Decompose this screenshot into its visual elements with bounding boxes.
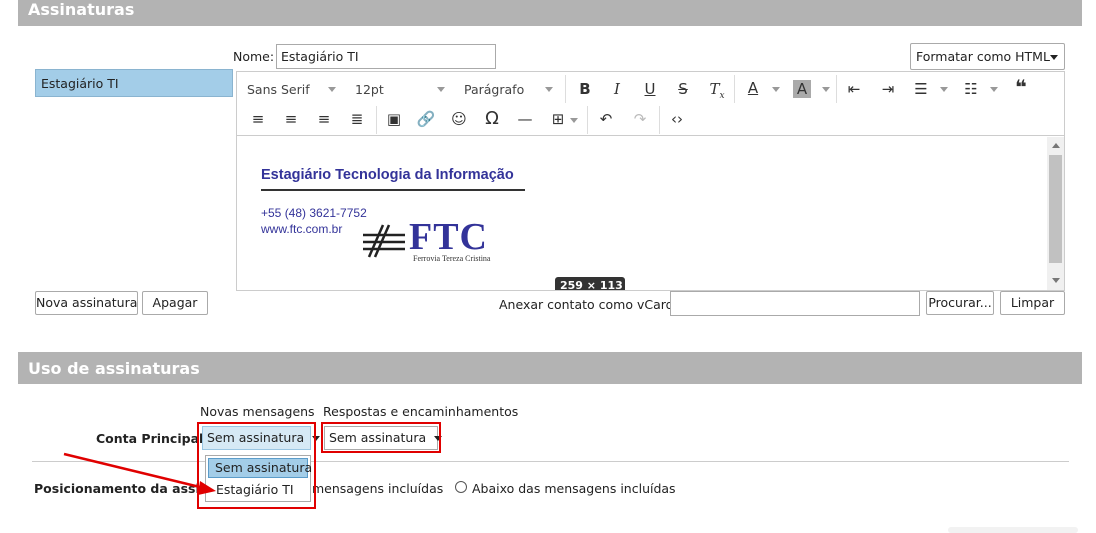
strikethrough-icon[interactable]: S xyxy=(672,78,694,100)
italic-icon[interactable]: I xyxy=(606,78,628,100)
signature-website: www.ftc.com.br xyxy=(261,222,343,236)
toolbar-separator xyxy=(565,75,566,103)
new-messages-column-label: Novas mensagens xyxy=(200,404,315,419)
scroll-up-icon[interactable] xyxy=(1052,143,1060,148)
toolbar-separator xyxy=(734,75,735,103)
ftc-logo-subtext: Ferrovia Tereza Cristina xyxy=(413,254,491,263)
vcard-label: Anexar contato como vCard: xyxy=(499,297,678,312)
vcard-input[interactable] xyxy=(670,291,920,316)
signature-phone: +55 (48) 3621-7752 xyxy=(261,206,367,220)
outdent-icon[interactable]: ⇤ xyxy=(843,78,865,100)
toolbar-separator xyxy=(376,106,377,134)
source-code-icon[interactable]: ‹› xyxy=(666,108,688,130)
chevron-down-icon xyxy=(328,87,336,92)
toolbar-separator xyxy=(836,75,837,103)
text-color-icon[interactable]: A xyxy=(742,77,764,99)
chevron-down-icon xyxy=(437,87,445,92)
blockquote-icon[interactable]: ❝ xyxy=(1010,76,1032,98)
account-label: Conta Principal: xyxy=(96,431,209,446)
chevron-down-icon xyxy=(822,87,830,92)
align-center-icon[interactable]: ≡ xyxy=(280,108,302,130)
position-above-label: mensagens incluídas xyxy=(312,481,444,496)
signatures-section-title: Assinaturas xyxy=(28,0,135,19)
chevron-down-icon xyxy=(772,87,780,92)
bold-icon[interactable]: B xyxy=(574,78,596,100)
chevron-down-icon xyxy=(990,87,998,92)
font-family-select[interactable]: Sans Serif xyxy=(247,82,310,97)
numbered-list-icon[interactable]: ☷ xyxy=(960,78,982,100)
align-left-icon[interactable]: ≡ xyxy=(247,108,269,130)
chevron-down-icon xyxy=(1050,55,1058,60)
signature-title: Estagiário Tecnologia da Informação xyxy=(261,167,514,183)
chevron-down-icon xyxy=(545,87,553,92)
indent-icon[interactable]: ⇥ xyxy=(877,78,899,100)
align-right-icon[interactable]: ≡ xyxy=(313,108,335,130)
signatures-section-header: Assinaturas xyxy=(18,0,1082,26)
usage-section-title: Uso de assinaturas xyxy=(28,359,200,378)
bullet-list-icon[interactable]: ☰ xyxy=(910,78,932,100)
delete-signature-button[interactable]: Apagar xyxy=(142,291,208,315)
link-icon[interactable]: 🔗 xyxy=(415,108,437,130)
undo-icon[interactable]: ↶ xyxy=(595,108,617,130)
ftc-logo: FTC Ferrovia Tereza Cristina xyxy=(361,216,531,269)
format-html-label: Formatar como HTML xyxy=(916,49,1050,64)
name-input[interactable]: Estagiário TI xyxy=(276,44,496,69)
image-icon[interactable]: ▣ xyxy=(383,108,405,130)
clear-format-icon[interactable]: Tx xyxy=(706,78,728,101)
signature-list: Estagiário TI xyxy=(35,69,233,97)
scrollbar-thumb[interactable] xyxy=(1049,155,1062,263)
new-signature-button[interactable]: Nova assinatura xyxy=(35,291,138,315)
block-format-select[interactable]: Parágrafo xyxy=(464,82,524,97)
replies-column-label: Respostas e encaminhamentos xyxy=(323,404,519,419)
image-size-tooltip: 259 × 113 xyxy=(555,277,625,290)
editor-content[interactable]: Estagiário Tecnologia da Informação +55 … xyxy=(237,137,1047,290)
signature-title-rule xyxy=(261,189,525,191)
position-below-label: Abaixo das mensagens incluídas xyxy=(472,481,676,496)
toolbar-separator xyxy=(659,106,660,134)
signature-editor: Sans Serif 12pt Parágrafo B I U S Tx A A… xyxy=(236,71,1065,291)
format-html-select[interactable]: Formatar como HTML xyxy=(910,43,1065,70)
table-icon[interactable]: ⊞ xyxy=(547,108,569,130)
font-size-select[interactable]: 12pt xyxy=(355,82,384,97)
align-justify-icon[interactable]: ≣ xyxy=(346,108,368,130)
background-color-icon[interactable]: A xyxy=(793,80,811,98)
highlight-replies xyxy=(321,422,441,453)
toolbar-separator xyxy=(587,106,588,134)
annotation-arrow-icon xyxy=(63,452,216,495)
clear-button[interactable]: Limpar xyxy=(1000,291,1065,315)
underline-icon[interactable]: U xyxy=(639,78,661,100)
name-label: Nome: xyxy=(233,49,275,64)
editor-scrollbar[interactable] xyxy=(1047,137,1064,290)
emoji-icon[interactable]: ☺ xyxy=(448,108,470,130)
chevron-down-icon xyxy=(570,118,578,123)
ftc-logo-text: FTC xyxy=(409,216,488,258)
signature-list-item[interactable]: Estagiário TI xyxy=(36,70,232,91)
bottom-shadow xyxy=(948,527,1078,533)
ftc-logo-mark-icon xyxy=(363,224,405,258)
browse-button[interactable]: Procurar... xyxy=(926,291,994,315)
editor-toolbar: Sans Serif 12pt Parágrafo B I U S Tx A A… xyxy=(237,72,1064,136)
special-char-icon[interactable]: Ω xyxy=(481,108,503,130)
radio-below[interactable] xyxy=(455,481,467,493)
scroll-down-icon[interactable] xyxy=(1052,278,1060,283)
redo-icon[interactable]: ↷ xyxy=(629,108,651,130)
chevron-down-icon xyxy=(940,87,948,92)
horizontal-rule-icon[interactable]: — xyxy=(514,108,536,130)
usage-section-header: Uso de assinaturas xyxy=(18,352,1082,384)
